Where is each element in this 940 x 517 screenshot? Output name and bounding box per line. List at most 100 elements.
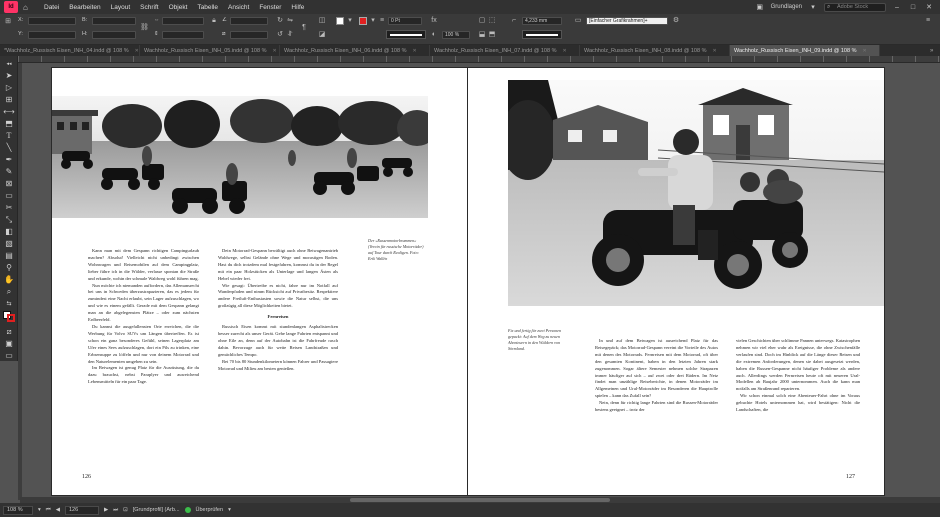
rectangle-frame-tool-icon[interactable]: ⊠ xyxy=(2,178,16,189)
home-icon[interactable]: ⌂ xyxy=(23,3,33,12)
body-text-column-2[interactable]: vielen Geschichten über schlimme Pannen … xyxy=(736,338,860,458)
rotate-field[interactable] xyxy=(230,17,268,25)
flip-h-icon[interactable]: ⇋ xyxy=(286,17,294,25)
zoom-field[interactable]: 108 % xyxy=(3,505,33,515)
page-field[interactable]: 126 xyxy=(64,505,99,515)
drop-shadow-icon[interactable]: ▢ xyxy=(478,17,486,25)
line-tool-icon[interactable]: ╲ xyxy=(2,142,16,153)
tab-doc-07[interactable]: Wachholz_Russisch Eisen_INH_07.indd @ 10… xyxy=(430,45,580,56)
apply-none-icon[interactable]: ⧄ xyxy=(2,326,16,337)
gap-tool-icon[interactable]: ⟷ xyxy=(2,106,16,117)
align-icon[interactable]: ⬒ xyxy=(488,31,496,39)
hand-tool-icon[interactable]: ✋ xyxy=(2,274,16,285)
body-text-column-1[interactable]: Kann man mit dem Gespann richtigen Campi… xyxy=(88,248,199,458)
menu-layout[interactable]: Layout xyxy=(106,4,136,11)
close-icon[interactable]: ✕ xyxy=(412,48,416,54)
preflight-label[interactable]: Überprüfen xyxy=(196,507,224,513)
first-page-icon[interactable]: ⏮ xyxy=(46,507,51,514)
menu-window[interactable]: Fenster xyxy=(254,4,286,11)
content-collector-icon[interactable]: ⬒ xyxy=(2,118,16,129)
menu-file[interactable]: Datei xyxy=(39,4,64,11)
tab-doc-06[interactable]: Wachholz_Russisch Eisen_INH_06.indd @ 10… xyxy=(280,45,430,56)
page-tool-icon[interactable]: ⊞ xyxy=(2,94,16,105)
gradient-tool-icon[interactable]: ◧ xyxy=(2,226,16,237)
height-field[interactable] xyxy=(92,31,136,39)
select-container-icon[interactable]: ◫ xyxy=(318,17,326,25)
link-icon[interactable]: ⛓ xyxy=(140,24,149,32)
rotate-cw-icon[interactable]: ↻ xyxy=(276,17,284,25)
scale-y-field[interactable] xyxy=(162,31,204,39)
menu-table[interactable]: Tabelle xyxy=(192,4,223,11)
chevron-down-icon[interactable]: ▾ xyxy=(38,507,41,513)
lock-icon[interactable]: 🔒︎ xyxy=(210,17,218,25)
rotate-ccw-icon[interactable]: ↺ xyxy=(276,31,284,39)
tab-doc-04[interactable]: *Wachholz_Russisch Eisen_INH_04.indd @ 1… xyxy=(0,45,140,56)
close-icon[interactable]: ✕ xyxy=(712,48,716,54)
stroke-swatch-icon[interactable] xyxy=(359,17,367,25)
motorcycle-group-photo[interactable] xyxy=(52,96,428,218)
text-wrap-icon[interactable]: ⬓ xyxy=(478,31,486,39)
y-field[interactable] xyxy=(28,31,76,39)
corner-icon[interactable]: ⌐ xyxy=(510,17,518,25)
fill-dropdown-icon[interactable]: ▾ xyxy=(346,17,354,25)
screen-mode-icon[interactable]: ▭ xyxy=(2,350,16,361)
gradient-feather-tool-icon[interactable]: ▧ xyxy=(2,238,16,249)
chevron-down-icon[interactable]: ▾ xyxy=(228,507,231,513)
stroke-weight-field[interactable]: 0 Pt xyxy=(388,17,422,25)
next-page-icon[interactable]: ▶ xyxy=(104,507,108,513)
menu-help[interactable]: Hilfe xyxy=(286,4,309,11)
normal-mode-icon[interactable]: ▣ xyxy=(2,338,16,349)
object-style-dropdown[interactable]: [Einfacher Grafikrahmen]+ xyxy=(586,17,668,25)
stroke-swatch[interactable] xyxy=(7,314,15,322)
close-icon[interactable]: ✕ xyxy=(924,3,934,11)
type-tool-icon[interactable]: T xyxy=(2,130,16,141)
profile-label[interactable]: [Grundprofil] (Arb... xyxy=(133,507,180,513)
fitting-icon[interactable]: ⬚ xyxy=(488,17,496,25)
photo-caption[interactable]: Fix und fertig für zwei Personen gepackt… xyxy=(508,328,570,352)
tab-doc-05[interactable]: Wachholz_Russisch Eisen_INH_05.indd @ 10… xyxy=(140,45,280,56)
free-transform-tool-icon[interactable]: ⤡ xyxy=(2,214,16,225)
object-style-icon[interactable]: ⚙ xyxy=(672,17,680,25)
selection-tool-icon[interactable]: ➤ xyxy=(2,70,16,81)
stroke-type-dropdown[interactable] xyxy=(386,30,426,39)
horizontal-ruler[interactable] xyxy=(18,56,940,63)
chevron-down-icon[interactable]: ▾ xyxy=(808,3,818,11)
pencil-tool-icon[interactable]: ✎ xyxy=(2,166,16,177)
close-icon[interactable]: ✕ xyxy=(562,48,566,54)
share-icon[interactable]: ▣ xyxy=(755,3,765,11)
panel-menu-icon[interactable]: ≡ xyxy=(924,17,932,25)
zoom-tool-icon[interactable]: ⌕ xyxy=(2,286,16,297)
fill-swatch-icon[interactable] xyxy=(336,17,344,25)
select-content-icon[interactable]: ◪ xyxy=(318,31,326,39)
prev-page-icon[interactable]: ◀ xyxy=(56,507,60,513)
fill-stroke-swatch[interactable] xyxy=(2,311,16,322)
width-field[interactable] xyxy=(92,17,136,25)
left-page[interactable]: Kann man mit dem Gespann richtigen Campi… xyxy=(52,68,468,495)
tab-doc-08[interactable]: Wachholz_Russisch Eisen_INH_08.indd @ 10… xyxy=(580,45,730,56)
sidecar-travel-photo[interactable] xyxy=(508,80,884,306)
open-in-window-icon[interactable]: ⊡ xyxy=(123,507,128,513)
close-icon[interactable]: ✕ xyxy=(272,48,276,54)
menu-edit[interactable]: Bearbeiten xyxy=(64,4,105,11)
shear-field[interactable] xyxy=(230,31,268,39)
right-page[interactable]: Fix und fertig für zwei Personen gepackt… xyxy=(468,68,884,495)
fx-icon[interactable]: fx xyxy=(430,17,438,25)
body-text-column-1[interactable]: In und auf dem Beiwagen ist ausreichend … xyxy=(595,338,718,458)
menu-object[interactable]: Objekt xyxy=(164,4,193,11)
pen-tool-icon[interactable]: ✒ xyxy=(2,154,16,165)
rectangle-tool-icon[interactable]: ▭ xyxy=(2,190,16,201)
flip-v-icon[interactable]: ⥯ xyxy=(286,31,294,39)
stroke-dropdown-icon[interactable]: ▾ xyxy=(369,17,377,25)
scale-x-field[interactable] xyxy=(162,17,204,25)
close-icon[interactable]: ✕ xyxy=(135,48,139,54)
collapse-icon[interactable]: ◂◂ xyxy=(2,58,16,69)
menu-type[interactable]: Schrift xyxy=(135,4,163,11)
reference-point-icon[interactable]: ⊞ xyxy=(4,18,12,26)
menu-view[interactable]: Ansicht xyxy=(223,4,254,11)
scissors-tool-icon[interactable]: ✂ xyxy=(2,202,16,213)
stock-search-input[interactable]: ⌕ Adobe Stock xyxy=(824,2,886,12)
maximize-icon[interactable]: □ xyxy=(908,4,918,11)
workspace-switcher[interactable]: Grundlagen xyxy=(771,4,802,10)
size-field[interactable]: 4,233 mm xyxy=(522,17,562,25)
eyedropper-tool-icon[interactable]: ⚲ xyxy=(2,262,16,273)
